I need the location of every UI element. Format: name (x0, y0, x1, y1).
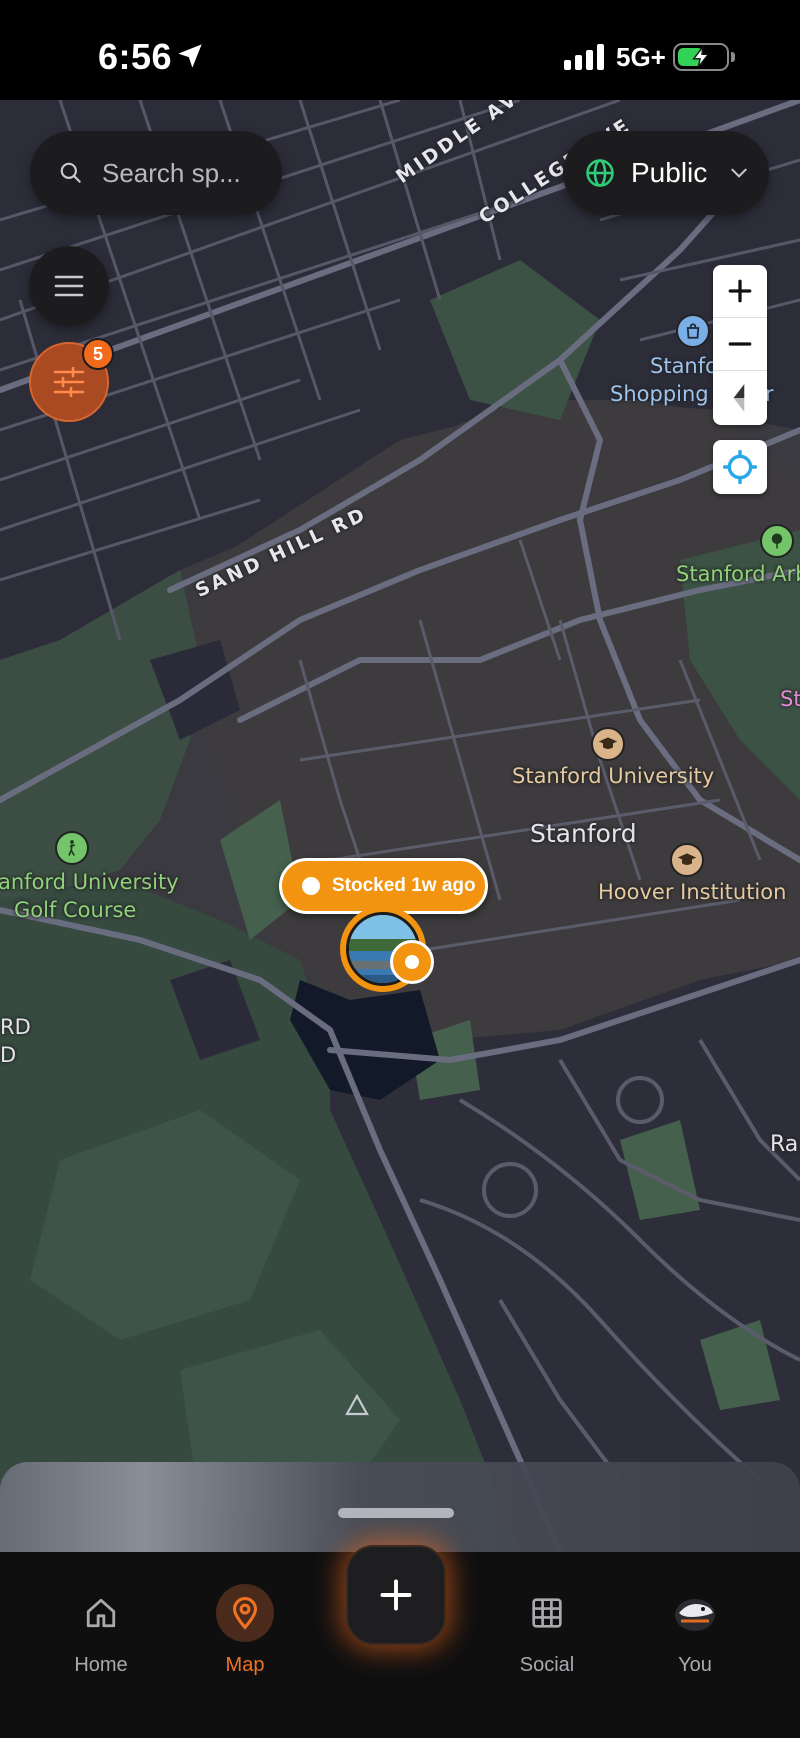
poi-label-golf-line1: anford University (0, 870, 179, 894)
avatar-icon (666, 1584, 724, 1642)
spot-badge (390, 940, 434, 984)
locate-me-button[interactable] (713, 440, 767, 494)
sheet-drag-handle[interactable] (338, 1508, 454, 1518)
hamburger-icon (54, 275, 84, 297)
globe-icon (586, 159, 614, 187)
tab-home[interactable]: Home (46, 1584, 156, 1677)
grid-icon (518, 1584, 576, 1642)
zoom-controls (713, 265, 767, 425)
tab-social-label: Social (519, 1654, 575, 1676)
search-icon (60, 162, 81, 183)
poi-label-shopping-line2: Shopping C (610, 382, 730, 406)
tab-home-label: Home (74, 1654, 128, 1676)
poi-label-hoover-institution: Hoover Institution (598, 880, 787, 904)
zoom-out-button[interactable] (713, 318, 767, 371)
poi-label-stanford-university: Stanford University (512, 764, 715, 788)
chevron-down-icon (731, 168, 747, 178)
poi-label-shopping-line1: Stanfo (650, 354, 718, 378)
graduation-cap-icon[interactable] (591, 727, 625, 761)
add-button[interactable] (346, 1545, 446, 1645)
map-view[interactable]: MIDDLE AVE COLLEGE AVE SAND HILL RD Stan… (0, 100, 800, 1552)
tab-map[interactable]: Map (190, 1584, 300, 1677)
filter-count-badge: 5 (82, 338, 114, 370)
home-icon (72, 1584, 130, 1642)
battery-cap (731, 52, 735, 62)
plus-icon (380, 1579, 412, 1611)
map-pin-icon (216, 1584, 274, 1642)
home-indicator-area (0, 1709, 800, 1738)
tree-icon[interactable] (760, 524, 794, 558)
tab-map-label: Map (225, 1654, 265, 1676)
tab-you[interactable]: You (640, 1584, 750, 1677)
visibility-dropdown[interactable]: Public (563, 131, 769, 215)
edge-label-d: D (0, 1043, 17, 1067)
plus-icon (728, 279, 752, 303)
search-bar[interactable] (30, 131, 282, 215)
compass-button[interactable] (713, 371, 767, 424)
tab-social[interactable]: Social (492, 1584, 602, 1677)
poi-label-golf-line2: Golf Course (14, 898, 137, 922)
shopping-bag-icon[interactable] (676, 314, 710, 348)
location-arrow-icon (178, 44, 202, 68)
warning-triangle-icon[interactable] (345, 1394, 369, 1416)
stocked-status-label: Stocked 1w ago (332, 875, 476, 896)
status-time: 6:56 (98, 36, 173, 77)
signal-icon (564, 44, 604, 70)
place-label-stanford: Stanford (530, 819, 637, 848)
minus-icon (728, 342, 752, 346)
poi-label-stanford-arb: Stanford Arb (676, 562, 800, 586)
golfer-icon[interactable] (55, 831, 89, 865)
network-type: 5G+ (616, 42, 666, 72)
poi-label-st: St (780, 687, 800, 711)
visibility-label: Public (631, 157, 708, 188)
sliders-icon (53, 367, 85, 397)
edge-label-rd: RD (0, 1015, 31, 1039)
status-bar: 6:56 5G+ (0, 0, 800, 100)
menu-button[interactable] (29, 246, 109, 326)
zoom-in-button[interactable] (713, 265, 767, 318)
search-input[interactable] (102, 157, 262, 189)
graduation-cap-icon[interactable] (670, 843, 704, 877)
compass-icon (733, 383, 745, 412)
fish-dot-icon (302, 877, 320, 895)
tab-you-label: You (678, 1654, 712, 1676)
crosshair-icon (723, 450, 757, 484)
map-base (0, 100, 800, 1552)
charging-bolt-icon (692, 45, 710, 68)
place-label-ra: Ra (770, 1132, 799, 1157)
